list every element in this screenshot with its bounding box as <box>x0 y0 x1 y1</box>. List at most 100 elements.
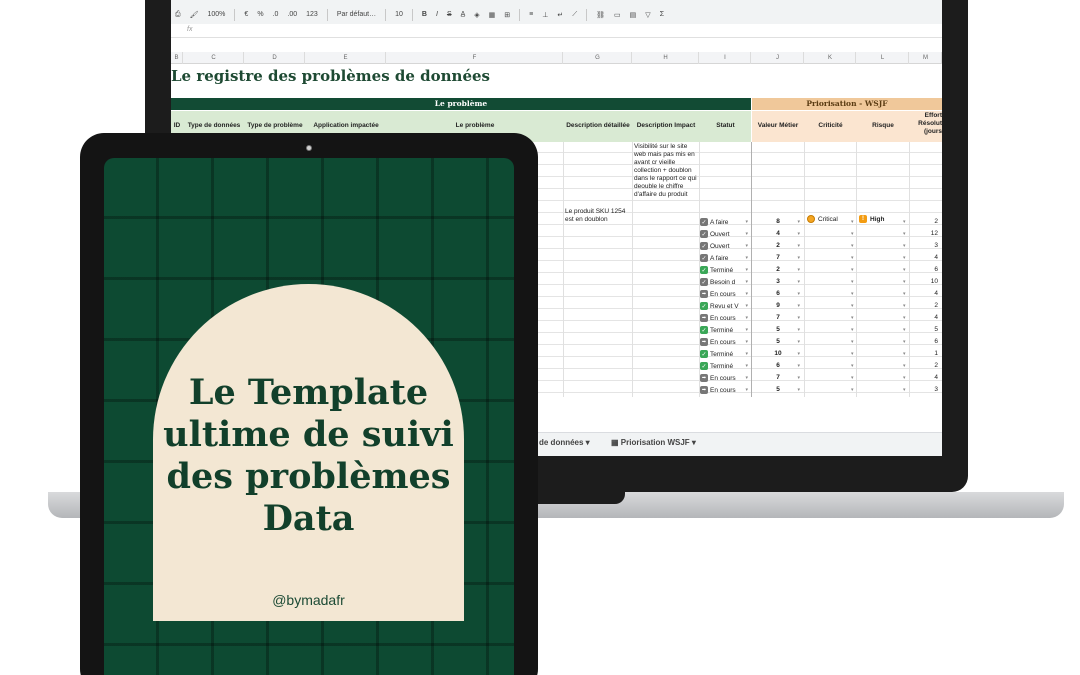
cell-business-value[interactable]: 5 ▾ <box>752 336 804 348</box>
decrease-decimal-button[interactable]: .0 <box>273 11 279 18</box>
dropdown-arrow-icon[interactable]: ▾ <box>797 264 800 276</box>
dropdown-arrow-icon[interactable]: ▾ <box>797 384 800 396</box>
text-color-icon[interactable]: A̲ <box>461 11 466 18</box>
cell-status[interactable]: ✓ Terminé ▾ <box>700 324 751 336</box>
dropdown-arrow-icon[interactable]: ▾ <box>903 312 906 324</box>
strikethrough-button[interactable]: S <box>447 11 452 18</box>
dropdown-arrow-icon[interactable]: ▾ <box>903 252 906 264</box>
dropdown-arrow-icon[interactable]: ▾ <box>797 360 800 372</box>
column-header[interactable]: E <box>306 52 386 64</box>
font-size-select[interactable]: 10 <box>395 11 403 18</box>
dropdown-arrow-icon[interactable]: ▾ <box>797 324 800 336</box>
dropdown-arrow-icon[interactable]: ▾ <box>745 279 751 285</box>
dropdown-arrow-icon[interactable]: ▾ <box>851 312 854 324</box>
cell-status[interactable]: ✓ A faire ▾ <box>700 216 751 228</box>
dropdown-arrow-icon[interactable]: ▾ <box>745 267 751 273</box>
dropdown-arrow-icon[interactable]: ▾ <box>851 216 854 228</box>
cell-status[interactable]: ➡ En cours ▾ <box>700 312 751 324</box>
cell-effort[interactable]: 4 <box>910 252 938 264</box>
cell-effort[interactable]: 6 <box>910 336 938 348</box>
cell-business-value[interactable]: 7 ▾ <box>752 252 804 264</box>
column-header[interactable]: L <box>857 52 909 64</box>
dropdown-arrow-icon[interactable]: ▾ <box>851 264 854 276</box>
cell-status[interactable]: ✓ Ouvert ▾ <box>700 228 751 240</box>
dropdown-arrow-icon[interactable]: ▾ <box>797 228 800 240</box>
column-header[interactable]: G <box>564 52 632 64</box>
column-header[interactable]: I <box>700 52 751 64</box>
cell-status[interactable]: ✓ Terminé ▾ <box>700 348 751 360</box>
functions-icon[interactable]: Σ <box>660 11 664 18</box>
increase-decimal-button[interactable]: .00 <box>287 11 297 18</box>
cell-business-value[interactable]: 6 ▾ <box>752 360 804 372</box>
dropdown-arrow-icon[interactable]: ▾ <box>797 300 800 312</box>
italic-button[interactable]: I <box>436 11 438 18</box>
dropdown-arrow-icon[interactable]: ▾ <box>797 276 800 288</box>
bold-button[interactable]: B <box>422 11 427 18</box>
dropdown-arrow-icon[interactable]: ▾ <box>851 276 854 288</box>
zoom-select[interactable]: 100% <box>208 11 226 18</box>
link-icon[interactable]: ⛓ <box>596 11 605 19</box>
dropdown-arrow-icon[interactable]: ▾ <box>797 372 800 384</box>
column-header[interactable]: K <box>805 52 856 64</box>
dropdown-arrow-icon[interactable]: ▾ <box>745 339 751 345</box>
column-header[interactable]: B <box>171 52 183 64</box>
paint-format-icon[interactable]: 🖌 <box>190 11 199 19</box>
column-header[interactable]: F <box>387 52 563 64</box>
font-select[interactable]: Par défaut… <box>337 11 376 18</box>
dropdown-arrow-icon[interactable]: ▾ <box>745 375 751 381</box>
percent-button[interactable]: % <box>257 11 263 18</box>
cell-effort[interactable]: 4 <box>910 372 938 384</box>
dropdown-arrow-icon[interactable]: ▾ <box>851 324 854 336</box>
cell-effort[interactable]: 2 <box>910 216 938 228</box>
dropdown-arrow-icon[interactable]: ▾ <box>745 243 751 249</box>
cell-status[interactable]: ✓ Ouvert ▾ <box>700 240 751 252</box>
dropdown-arrow-icon[interactable]: ▾ <box>903 216 906 228</box>
cell-effort[interactable]: 2 <box>910 300 938 312</box>
cell-business-value[interactable]: 2 ▾ <box>752 240 804 252</box>
dropdown-arrow-icon[interactable]: ▾ <box>745 219 751 225</box>
dropdown-arrow-icon[interactable]: ▾ <box>745 255 751 261</box>
cell-status[interactable]: ➡ En cours ▾ <box>700 336 751 348</box>
cell-business-value[interactable]: 6 ▾ <box>752 288 804 300</box>
text-rotate-icon[interactable]: ⟋ <box>572 11 577 19</box>
align-vertical-icon[interactable]: ⊥ <box>542 11 548 19</box>
dropdown-arrow-icon[interactable]: ▾ <box>903 336 906 348</box>
cell-business-value[interactable]: 4 ▾ <box>752 228 804 240</box>
dropdown-arrow-icon[interactable]: ▾ <box>903 276 906 288</box>
chart-icon[interactable]: ▤ <box>630 11 637 19</box>
dropdown-arrow-icon[interactable]: ▾ <box>903 288 906 300</box>
cell-business-value[interactable]: 9 ▾ <box>752 300 804 312</box>
cell-business-value[interactable]: 8 ▾ <box>752 216 804 228</box>
cell-status[interactable]: ✓ Besoin d ▾ <box>700 276 751 288</box>
dropdown-arrow-icon[interactable]: ▾ <box>797 216 800 228</box>
cell-effort[interactable]: 4 <box>910 288 938 300</box>
cell-effort[interactable]: 1 <box>910 348 938 360</box>
tab-data[interactable]: de données ▾ <box>539 438 590 447</box>
dropdown-arrow-icon[interactable]: ▾ <box>851 372 854 384</box>
dropdown-arrow-icon[interactable]: ▾ <box>851 384 854 396</box>
print-icon[interactable]: ⎙ <box>175 11 181 19</box>
column-header[interactable]: M <box>910 52 942 64</box>
dropdown-arrow-icon[interactable]: ▾ <box>797 240 800 252</box>
dropdown-arrow-icon[interactable]: ▾ <box>797 252 800 264</box>
dropdown-arrow-icon[interactable]: ▾ <box>851 288 854 300</box>
cell-risk[interactable]: ! High <box>859 215 884 223</box>
cell-status[interactable]: ➡ En cours ▾ <box>700 288 751 300</box>
dropdown-arrow-icon[interactable]: ▾ <box>745 363 751 369</box>
cell-effort[interactable]: 3 <box>910 240 938 252</box>
cell-business-value[interactable]: 2 ▾ <box>752 264 804 276</box>
cell-effort[interactable]: 4 <box>910 312 938 324</box>
align-horizontal-icon[interactable]: ≡ <box>529 11 533 18</box>
dropdown-arrow-icon[interactable]: ▾ <box>903 360 906 372</box>
text-wrap-icon[interactable]: ↵ <box>557 11 563 19</box>
cell-criticity[interactable]: Critical <box>807 215 838 223</box>
dropdown-arrow-icon[interactable]: ▾ <box>851 252 854 264</box>
dropdown-arrow-icon[interactable]: ▾ <box>851 348 854 360</box>
comment-icon[interactable]: ▭ <box>614 11 621 19</box>
cell-effort[interactable]: 6 <box>910 264 938 276</box>
cell-effort[interactable]: 2 <box>910 360 938 372</box>
tab-priorisation[interactable]: ▦ Priorisation WSJF ▾ <box>611 438 696 447</box>
cell-status[interactable]: ✓ Terminé ▾ <box>700 264 751 276</box>
cell-detail[interactable]: Le produit SKU 1254 est en doublon <box>565 208 631 224</box>
cell-impact[interactable]: Visibilité sur le site web mais pas mis … <box>634 143 698 199</box>
